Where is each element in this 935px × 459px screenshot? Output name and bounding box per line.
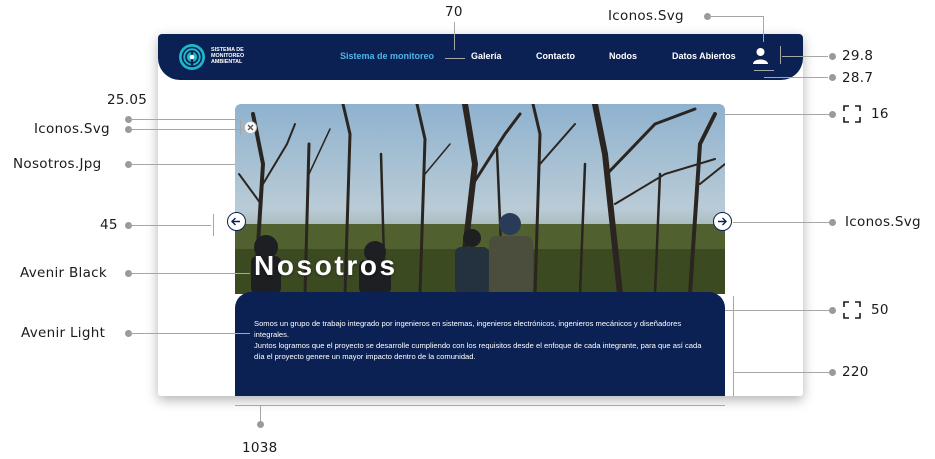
logo-icon	[179, 44, 205, 70]
annotation-line	[725, 114, 829, 115]
annotation-line	[782, 56, 828, 57]
annotation-line	[445, 58, 465, 59]
annotation-line	[763, 16, 764, 42]
annotation-line	[734, 372, 829, 373]
annotation-dot	[829, 53, 836, 60]
arrow-left-icon[interactable]	[227, 212, 246, 231]
annotation-line	[708, 16, 764, 17]
annotation-line	[754, 70, 774, 71]
annotation-dot	[829, 219, 836, 226]
annotation-icons-arrow: Iconos.Svg	[845, 214, 921, 230]
annotation-photo: Nosotros.Jpg	[13, 156, 102, 172]
close-icon[interactable]	[244, 121, 257, 134]
annotation-icons-close: Iconos.Svg	[34, 121, 110, 137]
user-icon[interactable]	[752, 47, 769, 65]
annotation-width-icon: 28.7	[842, 70, 874, 86]
nav-item-sistema-de-monitoreo[interactable]: Sistema de monitoreo	[340, 51, 434, 61]
logo-text: SISTEMA DE MONITOREO AMBIENTAL	[211, 47, 244, 66]
nav-item-datos-abiertos[interactable]: Datos Abiertos	[672, 51, 736, 61]
corner-radius-icon	[843, 301, 861, 319]
annotation-line	[129, 119, 239, 120]
annotation-line	[780, 46, 781, 64]
logo-line-3: AMBIENTAL	[211, 59, 243, 66]
annotation-line	[129, 129, 243, 130]
annotation-line	[733, 296, 734, 396]
annotation-radius-panel: 50	[871, 302, 889, 318]
annotation-line	[454, 22, 455, 50]
annotation-dot	[829, 74, 836, 81]
annotation-line	[725, 310, 829, 311]
annotation-line	[235, 405, 725, 406]
about-paragraph-2: Juntos logramos que el proyecto se desar…	[254, 341, 702, 361]
annotation-spacing-top: 70	[445, 4, 463, 20]
annotation-line	[733, 222, 829, 223]
annotation-dot	[829, 111, 836, 118]
annotation-line	[764, 77, 828, 78]
nav-item-nodos[interactable]: Nodos	[609, 51, 637, 61]
hero-title: Nosotros	[254, 250, 398, 281]
annotation-close-size: 25.05	[107, 92, 148, 108]
annotation-dot	[829, 369, 836, 376]
annotation-radius-photo: 16	[871, 106, 889, 122]
annotation-arrow-size: 45	[100, 217, 118, 233]
annotation-line	[260, 406, 261, 422]
annotation-line	[129, 273, 250, 274]
about-text-panel: Somos un grupo de trabajo integrado por …	[235, 292, 725, 396]
about-paragraph-1: Somos un grupo de trabajo integrado por …	[254, 319, 682, 339]
annotation-dot	[257, 421, 264, 428]
nav-item-contacto[interactable]: Contacto	[536, 51, 575, 61]
annotation-total-width: 1038	[242, 440, 278, 456]
arrow-right-icon[interactable]	[713, 212, 732, 231]
annotation-height-nav: 29.8	[842, 48, 874, 64]
about-text: Somos un grupo de trabajo integrado por …	[254, 318, 714, 362]
top-navbar: SISTEMA DE MONITOREO AMBIENTAL Sistema d…	[158, 34, 803, 80]
annotation-icons-top: Iconos.Svg	[608, 8, 684, 24]
annotation-line	[129, 225, 211, 226]
annotation-panel-height: 220	[842, 364, 869, 380]
corner-radius-icon	[843, 105, 861, 123]
nav-item-galeria[interactable]: Galería	[471, 51, 502, 61]
annotation-font-title: Avenir Black	[20, 265, 108, 281]
annotation-line	[240, 119, 241, 135]
annotation-line	[129, 164, 235, 165]
annotation-dot	[829, 307, 836, 314]
annotation-line	[213, 214, 214, 236]
annotation-line	[129, 333, 250, 334]
annotation-font-body: Avenir Light	[21, 325, 106, 341]
